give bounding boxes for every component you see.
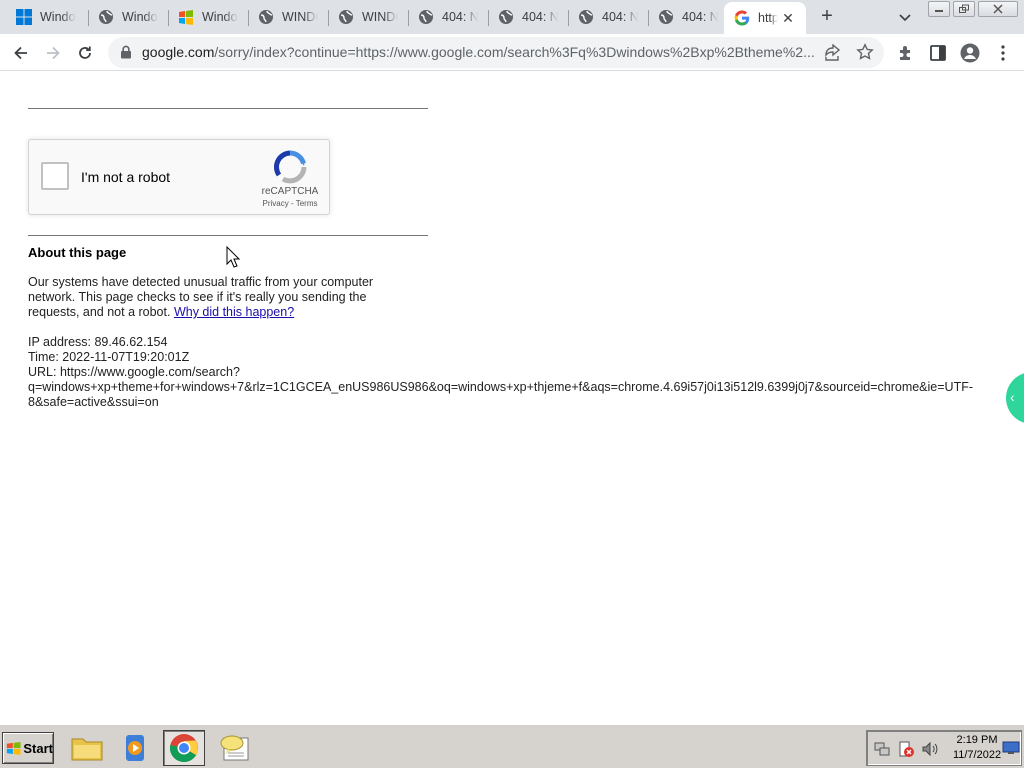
globe-icon [418,9,434,25]
why-link[interactable]: Why did this happen? [174,305,294,319]
recaptcha-privacy-terms[interactable]: Privacy - Terms [251,199,329,208]
browser-tab[interactable]: 404: NOT [408,4,488,30]
notepad-chat-icon [220,735,249,761]
start-label: Start [23,740,53,756]
recaptcha-widget: I'm not a robot reCAPTCHA Privacy - Term… [28,139,330,215]
kebab-menu-icon[interactable] [992,42,1014,64]
clock-date: 11/7/2022 [952,749,1002,761]
side-panel-icon[interactable] [927,42,949,64]
new-tab-button[interactable]: + [816,5,838,27]
browser-tab[interactable]: WINDOWS [328,4,408,30]
about-paragraph: Our systems have detected unusual traffi… [28,275,418,320]
close-window-button[interactable] [978,1,1018,17]
globe-icon [258,9,274,25]
close-tab-icon[interactable]: ✕ [780,10,796,26]
browser-tab[interactable]: 404: NOT [568,4,648,30]
about-heading: About this page [28,245,127,260]
tab-title: WINDOWS [282,10,318,24]
recaptcha-label: I'm not a robot [81,169,171,185]
mouse-pointer-icon [226,246,240,268]
taskbar: Start 2:19 PM 11/7/2022 [0,724,1024,768]
url-path: /sorry/index?continue=https://www.google… [214,44,815,60]
recaptcha-brand: reCAPTCHA [261,186,319,197]
url-line: URL: https://www.google.com/search? [28,365,240,379]
forward-arrow-icon[interactable] [42,42,64,64]
google-g-icon [734,10,750,26]
browser-tab[interactable]: 404: NOT [648,4,724,30]
browser-tab[interactable]: Windows [168,4,248,30]
lock-icon[interactable] [120,45,132,64]
clock[interactable]: 2:19 PM 11/7/2022 [947,733,1007,763]
action-center-warning-icon[interactable] [897,740,915,758]
url-line: 8&safe=active&ssui=on [28,395,159,409]
ip-address: IP address: 89.46.62.154 [28,335,168,349]
tab-title: 404: NOT [602,10,638,24]
globe-icon [338,9,354,25]
media-player-icon [126,735,144,761]
bookmark-star-icon[interactable] [856,43,874,66]
tab-title: https [758,11,778,25]
folder-icon [71,738,103,761]
file-explorer-taskbar-button[interactable] [66,730,108,766]
url-host: google.com [142,44,215,60]
tab-title: 404: NOT [522,10,558,24]
globe-icon [658,9,674,25]
address-bar[interactable]: google.com/sorry/index?continue=https://… [108,37,884,68]
recaptcha-logo-icon [273,150,307,184]
tab-title: 404: NOT [682,10,718,24]
globe-icon [498,9,514,25]
start-button[interactable]: Start [2,732,54,764]
divider [28,108,428,109]
extension-side-tab[interactable]: ‹ [1006,372,1024,424]
browser-tab[interactable]: WINDOWS [248,4,328,30]
volume-icon[interactable] [921,740,939,758]
extensions-puzzle-icon[interactable] [895,42,917,64]
browser-tab-active[interactable]: https ✕ [724,2,806,34]
network-icon[interactable] [873,740,891,758]
chrome-icon [169,734,198,763]
browser-tab[interactable]: Windows [88,4,168,30]
notepad-taskbar-button[interactable] [214,730,256,766]
clock-time: 2:19 PM [956,734,998,746]
system-tray: 2:19 PM 11/7/2022 [866,730,1022,766]
chrome-taskbar-button[interactable] [163,730,205,766]
minimize-window-button[interactable] [928,1,950,17]
url-text[interactable]: google.com/sorry/index?continue=https://… [142,44,818,60]
url-line: q=windows+xp+theme+for+windows+7&rlz=1C1… [28,380,974,394]
share-icon[interactable] [824,43,842,67]
tab-search-chevron-icon[interactable] [896,8,914,26]
media-player-taskbar-button[interactable] [114,730,156,766]
browser-tab[interactable]: 404: NOT [488,4,568,30]
chevron-left-icon: ‹ [1010,389,1015,405]
divider [28,235,428,236]
back-arrow-icon[interactable] [10,42,32,64]
globe-icon [98,9,114,25]
tab-strip: Windows Windows Windows WINDOWS WINDOWS … [0,0,1024,34]
timestamp: Time: 2022-11-07T19:20:01Z [28,350,190,364]
tab-title: WINDOWS [362,10,398,24]
profile-avatar-icon[interactable] [959,42,981,64]
reload-icon[interactable] [74,42,96,64]
tab-title: Windows [202,10,238,24]
browser-toolbar: google.com/sorry/index?continue=https://… [0,34,1024,71]
restore-window-button[interactable] [953,1,975,17]
tab-title: Windows [40,10,76,24]
show-desktop-icon[interactable] [1002,741,1020,760]
windows-logo-icon [16,9,32,25]
recaptcha-checkbox[interactable] [41,162,69,190]
tab-title: 404: NOT [442,10,478,24]
browser-tab[interactable]: Windows [6,4,86,30]
tab-title: Windows [122,10,158,24]
windows-xp-logo-icon [178,9,194,25]
windows-flag-icon [6,742,21,755]
page-content: I'm not a robot reCAPTCHA Privacy - Term… [0,72,1024,724]
globe-icon [578,9,594,25]
